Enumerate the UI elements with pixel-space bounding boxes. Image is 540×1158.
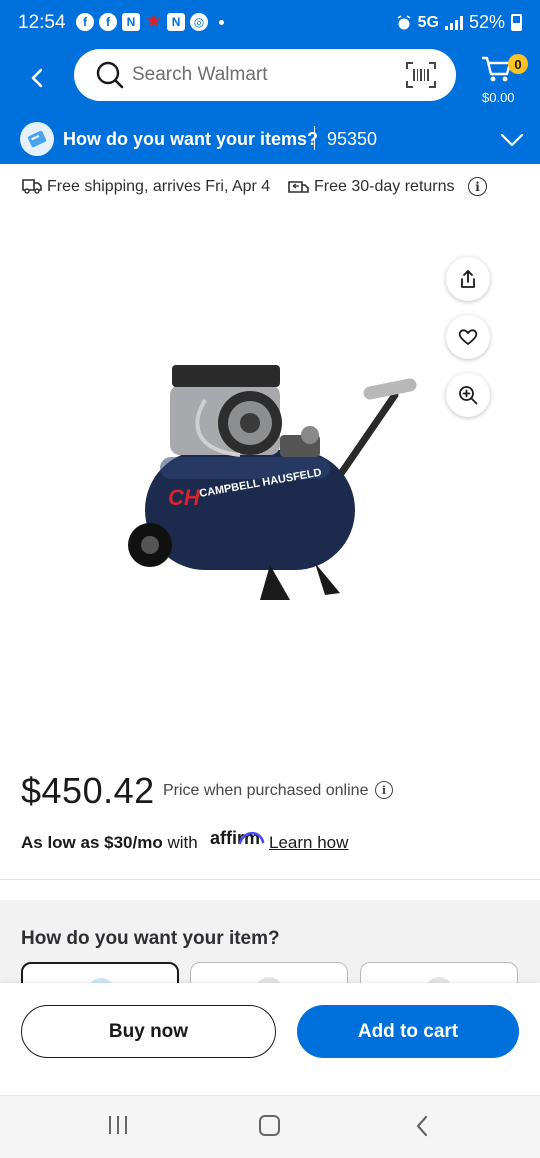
product-image[interactable]: CH CAMPBELL HAUSFELD [120, 355, 420, 615]
more-notifications-dot [219, 19, 225, 25]
facebook-icon: f [76, 13, 94, 31]
buy-now-button[interactable]: Buy now [21, 1005, 276, 1058]
share-icon [461, 270, 475, 288]
add-to-cart-button[interactable]: Add to cart [297, 1005, 519, 1058]
back-icon[interactable] [414, 1114, 430, 1138]
system-nav-bar [0, 1095, 540, 1158]
zip-code: 95350 [327, 129, 378, 149]
shipping-info-row: Free shipping, arrives Fri, Apr 4 Free 3… [0, 164, 540, 210]
product-price: $450.42 [21, 770, 155, 811]
fulfillment-title: How do you want your item? [21, 928, 280, 949]
chevron-down-icon [500, 133, 524, 147]
delivery-selector[interactable]: How do you want your items? 95350 [0, 116, 540, 164]
recents-icon[interactable] [109, 1116, 127, 1134]
financing-suffix: with [162, 833, 198, 852]
favorite-button[interactable] [446, 315, 490, 359]
star-icon: ★ [145, 11, 163, 32]
truck-icon [22, 179, 42, 194]
returns-text: Free 30-day returns [314, 178, 455, 195]
status-time: 12:54 [18, 12, 66, 33]
search-icon [96, 61, 124, 89]
financing-amount: $30/mo [104, 833, 163, 852]
alarm-icon [397, 14, 411, 29]
delivery-icon [20, 122, 54, 156]
price-note: Price when purchased online [163, 782, 369, 799]
signal-icon [444, 15, 463, 30]
search-bar[interactable]: Search Walmart [74, 49, 456, 101]
status-bar: 12:54 f f N ★ N ◎ 5G 52% [0, 0, 540, 48]
system-status: 5G 52% [396, 12, 522, 33]
battery-icon [511, 14, 522, 31]
purchase-action-bar: Buy now Add to cart [0, 983, 540, 1095]
learn-how-link[interactable]: Learn how [269, 833, 348, 853]
home-icon[interactable] [259, 1115, 280, 1136]
barcode-scan-icon[interactable] [406, 62, 436, 88]
share-button[interactable] [446, 257, 490, 301]
zoom-in-icon [459, 386, 478, 405]
facebook-icon: f [99, 13, 117, 31]
delivery-prompt: How do you want your items? [63, 129, 319, 149]
returns-icon [288, 181, 309, 193]
logo-letters: CH [168, 485, 201, 510]
cart-count-badge: 0 [508, 54, 528, 74]
settings-app-icon: ◎ [190, 13, 209, 31]
app-header: Search Walmart 0 $0.00 [0, 48, 540, 116]
info-icon[interactable]: i [375, 781, 393, 799]
n-app-icon: N [122, 13, 140, 31]
heart-icon [458, 329, 478, 345]
section-divider [0, 879, 540, 880]
zoom-button[interactable] [446, 373, 490, 417]
financing-prefix: As low as [21, 833, 105, 852]
financing-text: As low as $30/mo with [21, 833, 198, 853]
cart-total: $0.00 [482, 90, 515, 105]
back-arrow-icon[interactable] [22, 62, 54, 94]
shipping-text: Free shipping, arrives Fri, Apr 4 [47, 178, 271, 195]
affirm-arc-icon [238, 831, 265, 845]
notification-icons: f f N ★ N ◎ [76, 11, 225, 32]
network-type: 5G [417, 13, 439, 31]
n-app-icon: N [167, 13, 186, 31]
info-icon[interactable]: i [468, 177, 487, 196]
cart-button[interactable]: 0 $0.00 [480, 54, 530, 108]
search-input[interactable]: Search Walmart [132, 64, 268, 86]
battery-percent: 52% [468, 12, 505, 32]
divider [314, 126, 315, 150]
